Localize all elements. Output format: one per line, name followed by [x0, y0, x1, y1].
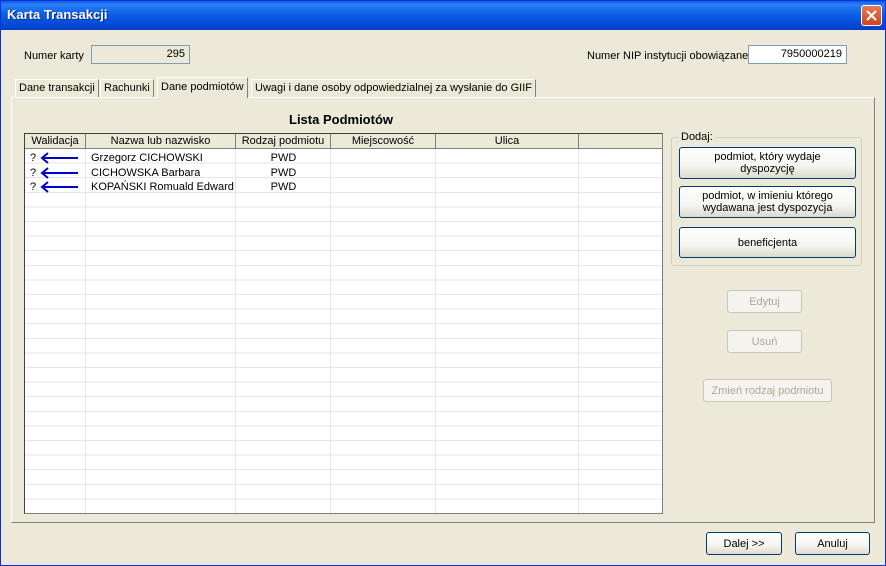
row-name: Grzegorz CICHOWSKI: [91, 152, 203, 164]
card-number-label: Numer karty: [24, 50, 84, 62]
row-name: CICHOWSKA Barbara: [91, 167, 201, 179]
arrow-left-icon: [40, 152, 78, 164]
column-divider: [578, 149, 579, 513]
column-header-empty: [579, 134, 662, 149]
row-validation: ?: [30, 152, 37, 164]
tab-dane-podmiotow[interactable]: Dane podmiotów: [157, 77, 248, 98]
column-header-miejscowosc[interactable]: Miejscowość: [331, 134, 436, 149]
karta-transakcji-window: Karta Transakcji Numer karty 295 Numer N…: [0, 0, 886, 566]
cancel-button[interactable]: Anuluj: [795, 532, 870, 555]
row-validation: ?: [30, 181, 37, 193]
next-button[interactable]: Dalej >>: [706, 532, 782, 555]
add-group-legend: Dodaj:: [679, 131, 715, 143]
add-on-behalf-button[interactable]: podmiot, w imieniu którego wydawana jest…: [679, 186, 856, 218]
close-button[interactable]: [861, 5, 882, 26]
add-issuer-label-line1: podmiot, który wydaje: [714, 151, 821, 163]
delete-button[interactable]: Usuń: [727, 330, 802, 353]
tab-uwagi[interactable]: Uwagi i dane osoby odpowiedzialnej za wy…: [251, 79, 536, 97]
add-on-behalf-label-line2: wydawana jest dyspozycja: [702, 202, 833, 214]
close-icon: [866, 10, 877, 21]
edit-button[interactable]: Edytuj: [727, 290, 802, 313]
arrow-left-icon: [40, 167, 78, 179]
column-divider: [330, 149, 331, 513]
add-issuer-button[interactable]: podmiot, który wydaje dyspozycję: [679, 147, 856, 179]
subjects-grid[interactable]: Walidacja Nazwa lub nazwisko Rodzaj podm…: [24, 133, 663, 514]
column-divider: [435, 149, 436, 513]
row-name: KOPAŃSKI Romuald Edward: [91, 181, 234, 193]
add-issuer-label-line2: dyspozycję: [740, 163, 795, 175]
column-header-rodzaj[interactable]: Rodzaj podmiotu: [236, 134, 331, 149]
column-header-nazwa[interactable]: Nazwa lub nazwisko: [86, 134, 236, 149]
list-title: Lista Podmiotów: [289, 112, 393, 127]
nip-label: Numer NIP instytucji obowiązanej: [587, 50, 751, 62]
column-header-walidacja[interactable]: Walidacja: [25, 134, 86, 149]
title-bar[interactable]: Karta Transakcji: [1, 1, 885, 30]
column-header-ulica[interactable]: Ulica: [436, 134, 579, 149]
card-number-field: 295: [91, 45, 190, 64]
arrow-left-icon: [40, 181, 78, 193]
row-type: PWD: [270, 181, 297, 193]
column-divider: [235, 149, 236, 513]
row-type: PWD: [270, 167, 297, 179]
add-on-behalf-label-line1: podmiot, w imieniu którego: [702, 190, 833, 202]
nip-input[interactable]: 7950000219: [748, 45, 847, 64]
column-divider: [85, 149, 86, 513]
tab-rachunki[interactable]: Rachunki: [100, 79, 154, 97]
window-title: Karta Transakcji: [7, 7, 108, 22]
row-type: PWD: [270, 152, 297, 164]
row-validation: ?: [30, 167, 37, 179]
add-beneficiary-button[interactable]: beneficjenta: [679, 227, 856, 258]
change-type-button[interactable]: Zmień rodzaj podmiotu: [703, 379, 832, 402]
tab-dane-transakcji[interactable]: Dane transakcji: [15, 79, 99, 97]
